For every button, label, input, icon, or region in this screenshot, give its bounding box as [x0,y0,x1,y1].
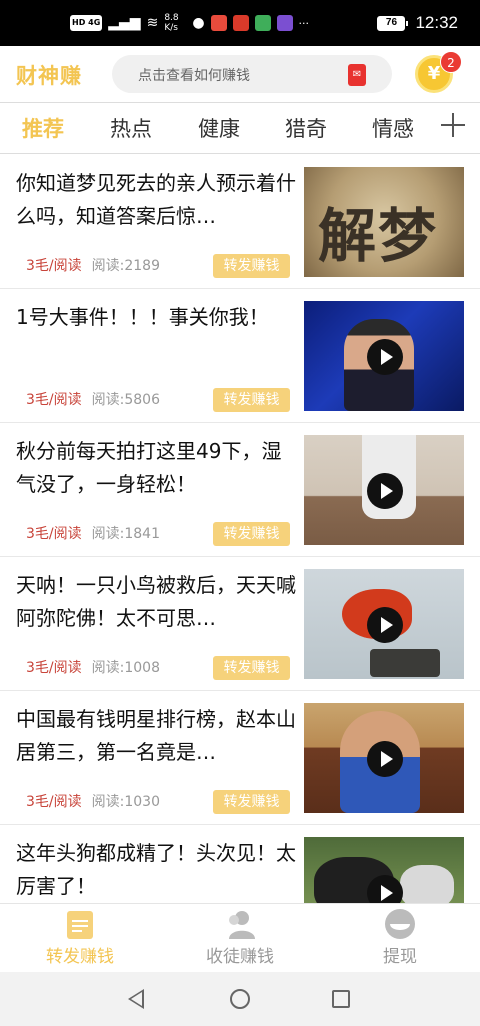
video-thumbnail[interactable] [304,435,464,545]
notification-icon-3 [254,15,271,31]
network-speed: 8.8 K/s [164,13,179,33]
system-navigation-bar [0,972,480,1026]
list-item[interactable]: 你知道梦见死去的亲人预示着什么吗，知道答案后惊… 3毛/阅读 阅读:2189 转发… [0,155,480,289]
clock: 12:32 [415,13,458,32]
read-count: 阅读:1008 [91,660,160,676]
tab-recommend[interactable]: 推荐 [22,113,64,143]
notification-icon-4 [276,15,293,31]
withdraw-icon [385,909,415,939]
thumbnail-perch [370,649,440,677]
play-icon[interactable] [367,741,403,777]
thumbnail-dog-2 [400,865,454,903]
play-icon[interactable] [367,875,403,903]
network-type-indicator: HD 4G [70,15,103,31]
list-item[interactable]: 1号大事件！！！事关你我！ 3毛/阅读 阅读:5806 转发赚钱 [0,289,480,423]
red-envelope-icon[interactable]: ✉ [348,64,366,86]
add-tab-icon[interactable] [440,111,466,137]
app-logo: 财神赚 [16,64,82,88]
read-count: 阅读:1841 [91,526,160,542]
article-meta: 3毛/阅读 阅读:2189 [26,255,160,275]
nav-label: 提现 [383,947,417,967]
price-per-read: 3毛/阅读 [26,258,82,274]
search-placeholder: 点击查看如何赚钱 [138,68,250,84]
article-meta: 3毛/阅读 阅读:5806 [26,389,160,409]
price-per-read: 3毛/阅读 [26,660,82,676]
notification-icon-1 [210,15,227,31]
article-thumbnail[interactable]: 解梦 [304,167,464,277]
share-earn-button[interactable]: 转发赚钱 [213,254,290,278]
price-per-read: 3毛/阅读 [26,392,82,408]
tab-hot[interactable]: 热点 [110,113,152,143]
article-meta: 3毛/阅读 阅读:1008 [26,657,160,677]
recent-apps-icon[interactable] [332,990,350,1008]
users-icon [229,911,255,939]
share-earn-button[interactable]: 转发赚钱 [213,522,290,546]
status-right: 76 12:32 [377,10,458,36]
play-icon[interactable] [367,473,403,509]
tab-emotion[interactable]: 情感 [372,113,414,143]
nav-label: 转发赚钱 [46,947,114,967]
list-item[interactable]: 这年头狗都成精了！头次见！太厉害了！ [0,825,480,903]
play-icon[interactable] [367,607,403,643]
article-title[interactable]: 天呐！一只小鸟被救后，天天喊阿弥陀佛！太不可思… [16,569,296,635]
video-thumbnail[interactable] [304,301,464,411]
video-thumbnail[interactable] [304,703,464,813]
share-earn-button[interactable]: 转发赚钱 [213,790,290,814]
video-thumbnail[interactable] [304,837,464,903]
coin-badge: 2 [440,51,462,73]
list-item[interactable]: 中国最有钱明星排行榜，赵本山居第三，第一名竟是… 3毛/阅读 阅读:1030 转发… [0,691,480,825]
article-title[interactable]: 1号大事件！！！事关你我！ [16,301,296,367]
read-count: 阅读:2189 [91,258,160,274]
back-icon[interactable] [128,989,144,1009]
play-icon[interactable] [367,339,403,375]
search-bar[interactable]: 点击查看如何赚钱 ✉ [112,55,392,93]
document-icon [67,911,93,939]
nav-share-earn[interactable]: 转发赚钱 [0,904,160,973]
nav-withdraw[interactable]: 提现 [320,904,480,973]
thumbnail-caption: 解梦 [318,202,439,270]
article-meta: 3毛/阅读 阅读:1030 [26,791,160,811]
tab-health[interactable]: 健康 [198,113,240,143]
read-count: 阅读:5806 [91,392,160,408]
article-title[interactable]: 秋分前每天拍打这里49下，湿气没了，一身轻松！ [16,435,296,501]
status-left: HD 4G ▂▄▆ ≋ 8.8 K/s ● ··· [70,12,309,34]
read-count: 阅读:1030 [91,794,160,810]
home-icon[interactable] [230,989,250,1009]
article-feed: 你知道梦见死去的亲人预示着什么吗，知道答案后惊… 3毛/阅读 阅读:2189 转发… [0,155,480,903]
more-notifications-icon: ··· [298,16,310,30]
article-meta: 3毛/阅读 阅读:1841 [26,523,160,543]
battery-icon: 76 [377,15,409,31]
share-earn-button[interactable]: 转发赚钱 [213,656,290,680]
list-item[interactable]: 秋分前每天拍打这里49下，湿气没了，一身轻松！ 3毛/阅读 阅读:1841 转发赚… [0,423,480,557]
tab-curious[interactable]: 猎奇 [285,113,327,143]
app-header: 财神赚 点击查看如何赚钱 ✉ ¥ 2 [0,46,480,102]
share-earn-button[interactable]: 转发赚钱 [213,388,290,412]
video-thumbnail[interactable] [304,569,464,679]
price-per-read: 3毛/阅读 [26,794,82,810]
category-tabs: 推荐 热点 健康 猎奇 情感 [0,102,480,154]
qq-icon: ● [192,15,205,31]
article-title[interactable]: 中国最有钱明星排行榜，赵本山居第三，第一名竟是… [16,703,296,769]
article-title[interactable]: 这年头狗都成精了！头次见！太厉害了！ [16,837,296,903]
bottom-navigation: 转发赚钱 收徒赚钱 提现 [0,903,480,972]
article-title[interactable]: 你知道梦见死去的亲人预示着什么吗，知道答案后惊… [16,167,296,233]
status-bar: HD 4G ▂▄▆ ≋ 8.8 K/s ● ··· 76 12:32 [0,0,480,46]
list-item[interactable]: 天呐！一只小鸟被救后，天天喊阿弥陀佛！太不可思… 3毛/阅读 阅读:1008 转发… [0,557,480,691]
nav-label: 收徒赚钱 [206,947,274,967]
notification-icon-2 [232,15,249,31]
signal-icon: ▂▄▆ [108,15,141,31]
nav-recruit-earn[interactable]: 收徒赚钱 [160,904,320,973]
price-per-read: 3毛/阅读 [26,526,82,542]
wifi-icon: ≋ [146,15,159,31]
